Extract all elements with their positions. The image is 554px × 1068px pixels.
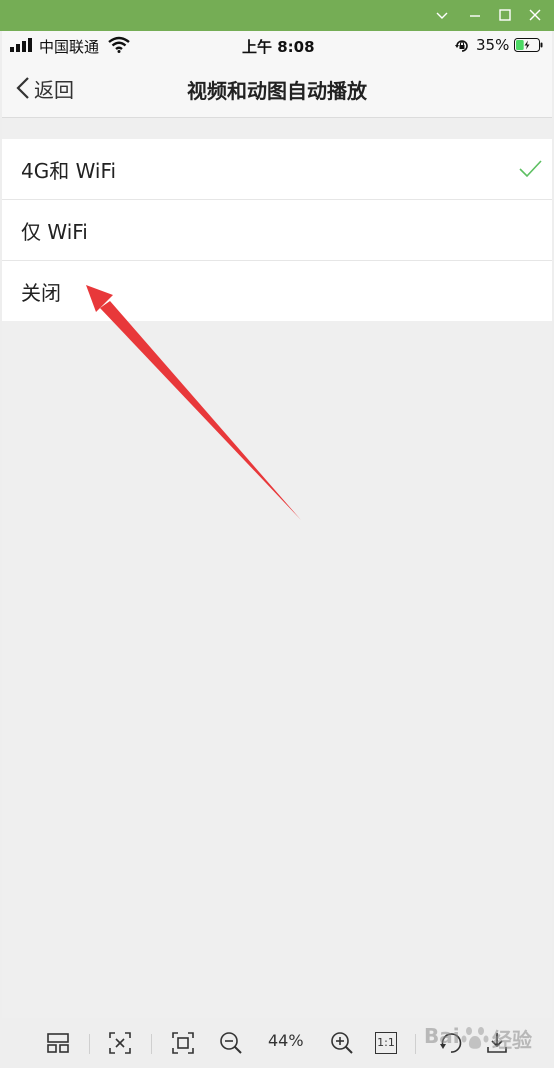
paw-logo-icon [461, 1027, 489, 1049]
wifi-icon [108, 36, 130, 53]
battery-icon [514, 38, 543, 52]
thumbnails-icon[interactable] [45, 1030, 71, 1056]
fullscreen-icon[interactable] [170, 1030, 196, 1056]
option-wifi-only[interactable]: 仅 WiFi [2, 200, 552, 261]
arrow-shaft [100, 301, 301, 520]
battery-percent: 35% [476, 36, 510, 54]
toolbar-separator [415, 1034, 416, 1054]
zoom-in-icon[interactable] [329, 1030, 355, 1056]
carrier-name: 中国联通 [39, 38, 100, 56]
zoom-level: 44% [268, 1031, 304, 1050]
navigation-bar: 返回 视频和动图自动播放 [2, 59, 552, 118]
toolbar-separator [151, 1034, 152, 1054]
minimize-icon[interactable] [466, 6, 484, 24]
signal-icon [10, 38, 32, 52]
actual-size-button[interactable]: 1:1 [375, 1032, 397, 1054]
watermark-text-right: 经验 [492, 1028, 532, 1052]
viewer-toolbar: 44% 1:1 Bai 经验 [0, 1018, 554, 1068]
autoplay-options-list: 4G和 WiFi 仅 WiFi 关闭 [2, 139, 552, 321]
option-off[interactable]: 关闭 [2, 261, 552, 321]
window-title-bar [0, 0, 554, 31]
option-label: 仅 WiFi [21, 220, 88, 244]
status-bar: 中国联通 上午 8:08 35% [2, 31, 552, 59]
fit-window-icon[interactable] [107, 1030, 133, 1056]
option-4g-and-wifi[interactable]: 4G和 WiFi [2, 139, 552, 200]
maximize-icon[interactable] [496, 6, 514, 24]
page-title: 视频和动图自动播放 [187, 79, 367, 103]
phone-screen: 中国联通 上午 8:08 35% 返回 视频和动图自动播放 4G和 WiFi 仅… [2, 31, 552, 1018]
watermark-text-left: Bai [424, 1024, 460, 1048]
zoom-out-icon[interactable] [218, 1030, 244, 1056]
status-time: 上午 8:08 [242, 38, 315, 56]
checkmark-icon [519, 160, 542, 178]
chevron-down-icon[interactable] [433, 6, 451, 24]
close-icon[interactable] [526, 6, 544, 24]
option-label: 4G和 WiFi [21, 159, 117, 183]
option-label: 关闭 [21, 281, 61, 305]
toolbar-separator [89, 1034, 90, 1054]
rotation-lock-icon [455, 40, 468, 52]
